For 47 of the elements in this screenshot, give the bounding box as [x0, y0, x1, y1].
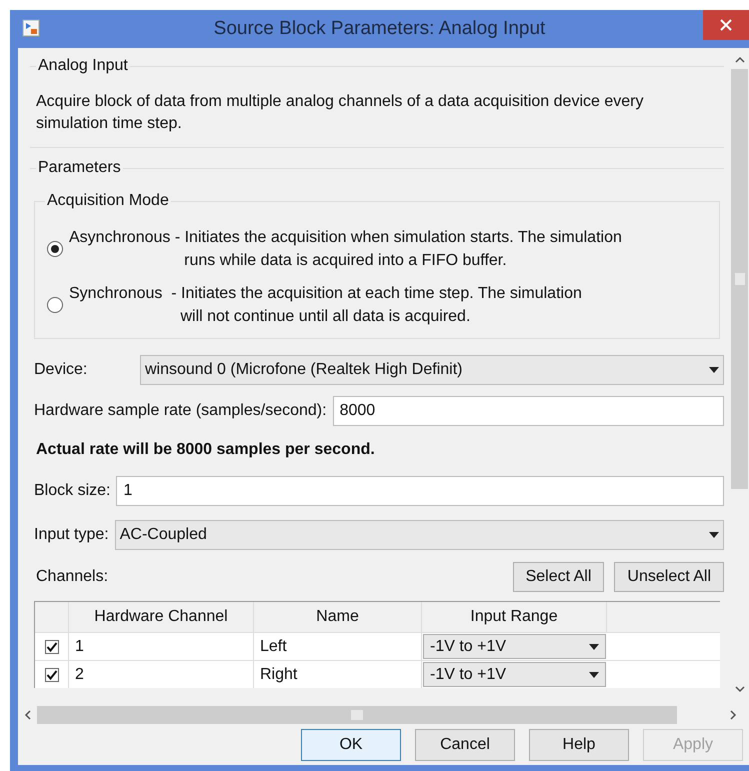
- scroll-left-icon[interactable]: [24, 710, 31, 720]
- field-label: Device:: [34, 360, 88, 380]
- window-title: Source Block Parameters: Analog Input: [212, 16, 546, 41]
- table-cell: Left: [254, 633, 422, 660]
- table-cell: Right: [254, 661, 422, 688]
- dropdown[interactable]: -1V to +1V: [423, 662, 606, 687]
- close-button[interactable]: [703, 10, 749, 40]
- description-text: Acquire block of data from multiple analog channels of a data acquisition device every simulation time step.: [35, 92, 644, 134]
- button[interactable]: Cancel: [415, 729, 515, 761]
- field-label: Input type:: [34, 525, 109, 545]
- scrollbar-thumb[interactable]: [731, 69, 748, 489]
- dropdown-arrow-icon: [709, 532, 719, 538]
- field-label: Hardware sample rate (samples/second):: [34, 401, 327, 421]
- button[interactable]: Help: [529, 729, 629, 761]
- checkbox[interactable]: [44, 640, 58, 654]
- dropdown[interactable]: -1V to +1V: [423, 634, 606, 659]
- checkbox[interactable]: [44, 668, 58, 682]
- scrollbar-thumb[interactable]: [37, 706, 677, 724]
- input-field[interactable]: 8000: [332, 396, 724, 426]
- channels-label: Channels:: [36, 567, 110, 587]
- dropdown[interactable]: AC-Coupled: [114, 520, 724, 550]
- block-app-icon: [22, 19, 40, 37]
- radio-button[interactable]: [47, 297, 63, 313]
- rate-note: Actual rate will be 8000 samples per second.: [35, 440, 375, 460]
- column-header[interactable]: Input Range: [422, 602, 607, 632]
- radio-button[interactable]: [47, 241, 63, 257]
- scroll-down-icon[interactable]: [734, 686, 744, 693]
- column-header[interactable]: Hardware Channel: [69, 602, 254, 632]
- dropdown-arrow-icon: [589, 644, 599, 650]
- dropdown-arrow-icon: [709, 367, 719, 373]
- dropdown-arrow-icon: [589, 672, 599, 678]
- close-icon: [720, 19, 732, 31]
- column-header[interactable]: Name: [254, 602, 422, 632]
- option-label[interactable]: Synchronous - Initiates the acquisition at each time step. The simulation will not continue until all data is acquired.: [69, 282, 582, 328]
- option-label[interactable]: Asynchronous - Initiates the acquisition when simulation starts. The simulation runs while data is acquired into a FIFO buffer.: [69, 226, 622, 272]
- table-cell: 1: [69, 633, 254, 660]
- scroll-up-icon[interactable]: [734, 56, 744, 63]
- button[interactable]: Unselect All: [614, 562, 724, 592]
- input-field[interactable]: 1: [116, 476, 724, 506]
- table-cell: 2: [69, 661, 254, 688]
- scroll-right-icon[interactable]: [730, 710, 737, 720]
- button[interactable]: Select All: [512, 562, 604, 592]
- button[interactable]: OK: [301, 729, 401, 761]
- group-title: Analog Input: [36, 56, 130, 76]
- field-label: Block size:: [34, 481, 110, 501]
- dropdown[interactable]: winsound 0 (Microfone (Realtek High Definit): [140, 355, 724, 385]
- group-title: Acquisition Mode: [45, 191, 171, 211]
